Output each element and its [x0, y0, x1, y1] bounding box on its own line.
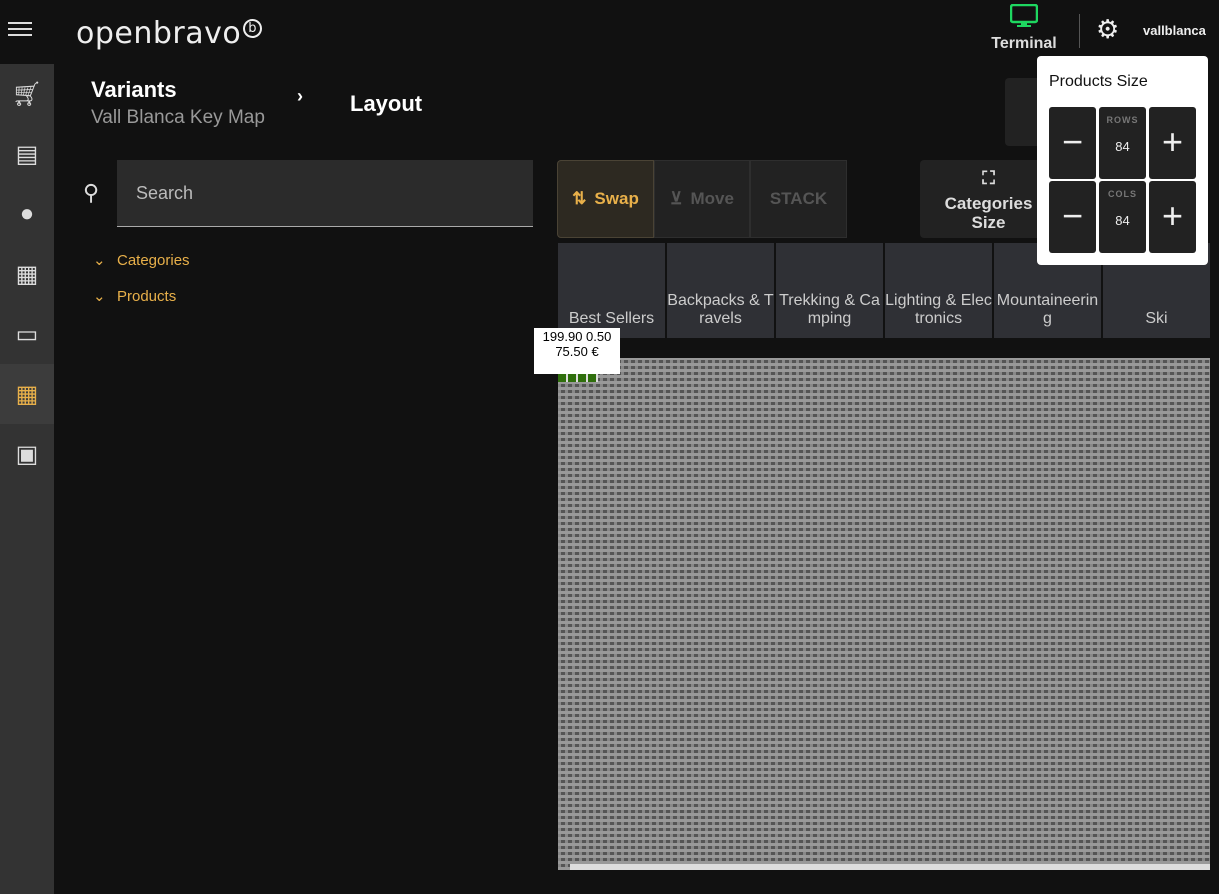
move-button[interactable]: ⊻ Move — [654, 160, 750, 238]
category-tab[interactable]: Lighting & Electronics — [885, 243, 992, 338]
swap-label: Swap — [594, 189, 639, 208]
sidebar: 🛒︎ ▤ ● ▦ ▭ ▦ ▣ — [0, 64, 54, 894]
chevron-right-icon: › — [297, 86, 303, 106]
swap-button[interactable]: ⇅ Swap — [557, 160, 654, 238]
menu-button[interactable] — [8, 18, 32, 38]
cash-register-icon[interactable]: ▦ — [0, 244, 54, 304]
chevron-down-icon: ⌄ — [93, 288, 106, 305]
user-name[interactable]: vallblanca — [1143, 23, 1206, 38]
price-line: 75.50 € — [555, 344, 599, 359]
products-grid[interactable] — [558, 358, 1210, 870]
category-tab[interactable]: Trekking & Camping — [776, 243, 883, 338]
terminal-button[interactable]: Terminal — [986, 3, 1062, 53]
terminal-label: Terminal — [991, 35, 1057, 52]
breadcrumb-subtitle: Vall Blanca Key Map — [91, 107, 265, 128]
swap-icon: ⇅ — [572, 189, 587, 208]
rows-value: 84 — [1115, 139, 1130, 154]
cols-field: COLS 84 — [1099, 181, 1146, 253]
cols-value: 84 — [1115, 213, 1130, 228]
tree-item-categories[interactable]: ⌄ Categories — [93, 251, 190, 269]
receipt-icon[interactable]: ▤ — [0, 124, 54, 184]
products-size-popover: Products Size − ROWS 84 + − COLS 84 + — [1037, 56, 1208, 265]
tree-item-products[interactable]: ⌄ Products — [93, 287, 176, 305]
tree-label: Categories — [117, 252, 190, 269]
gear-icon[interactable]: ⚙ — [1096, 14, 1119, 45]
monitor-icon — [1009, 3, 1039, 27]
cols-increment-button[interactable]: + — [1149, 181, 1196, 253]
search-icon: ⚲ — [83, 180, 100, 205]
grid-bottom-row — [570, 864, 1210, 870]
price-line: 199.90 0.50 — [542, 329, 612, 344]
search-input[interactable] — [117, 160, 533, 227]
divider — [1079, 14, 1080, 48]
move-icon: ⊻ — [670, 189, 683, 208]
category-tab[interactable]: Backpacks & Travels — [667, 243, 774, 338]
grid-edit-icon[interactable]: ▦ — [0, 364, 54, 424]
cols-decrement-button[interactable]: − — [1049, 181, 1096, 253]
tool-group: ⇅ Swap ⊻ Move STACK — [557, 160, 847, 238]
category-tab[interactable]: Best Sellers — [558, 243, 665, 338]
user-icon[interactable]: ● — [0, 184, 54, 244]
rows-label: ROWS — [1106, 115, 1139, 125]
chevron-down-icon: ⌄ — [93, 252, 106, 269]
rows-field: ROWS 84 — [1099, 107, 1146, 179]
logo-text: openbravo — [76, 16, 242, 51]
cols-label: COLS — [1107, 189, 1137, 199]
openbravo-logo: openbravo b — [76, 16, 263, 51]
stack-label: STACK — [769, 189, 828, 208]
ticket-icon[interactable]: ▭ — [0, 304, 54, 364]
gift-card-icon[interactable]: ▣ — [0, 424, 54, 484]
popover-title: Products Size — [1049, 73, 1148, 90]
cart-icon[interactable]: 🛒︎ — [0, 64, 54, 124]
stack-button[interactable]: STACK — [750, 160, 847, 238]
move-label: Move — [690, 189, 734, 208]
breadcrumb-current: Layout — [350, 91, 423, 116]
rows-increment-button[interactable]: + — [1149, 107, 1196, 179]
rows-decrement-button[interactable]: − — [1049, 107, 1096, 179]
breadcrumb-title[interactable]: Variants — [91, 77, 177, 103]
product-price-preview: 199.90 0.50 75.50 € — [534, 328, 620, 374]
tree-label: Products — [117, 288, 177, 305]
